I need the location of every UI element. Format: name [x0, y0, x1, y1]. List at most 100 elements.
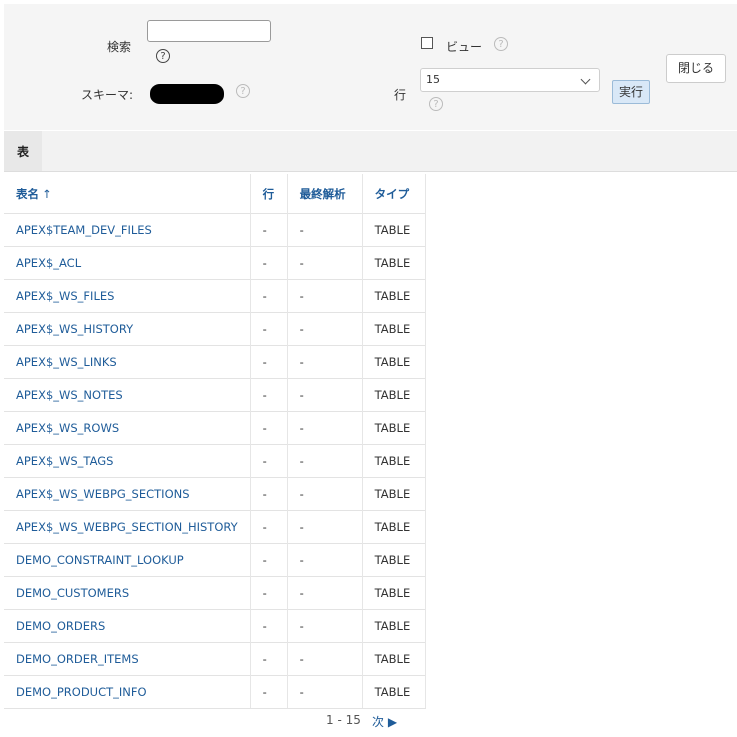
table-row: APEX$_WS_LINKS - - TABLE [4, 345, 426, 379]
table-row: DEMO_CONSTRAINT_LOOKUP - - TABLE [4, 543, 426, 577]
column-header-rows[interactable]: 行 [250, 174, 288, 214]
last-analyzed-cell: - [287, 543, 363, 577]
table-name-link[interactable]: APEX$_WS_FILES [4, 279, 251, 313]
type-cell: TABLE [362, 642, 426, 676]
sort-ascending-icon[interactable]: ↑ [42, 187, 52, 201]
column-header-last-analyzed[interactable]: 最終解析 [287, 174, 363, 214]
table-row: APEX$_WS_TAGS - - TABLE [4, 444, 426, 478]
search-toolbar [4, 4, 737, 130]
type-cell: TABLE [362, 576, 426, 610]
row-count-cell: - [250, 444, 288, 478]
table-name-link[interactable]: DEMO_ORDER_ITEMS [4, 642, 251, 676]
table-name-link[interactable]: DEMO_PRODUCT_INFO [4, 675, 251, 709]
chevron-down-icon [580, 74, 591, 85]
last-analyzed-cell: - [287, 246, 363, 280]
table-row: APEX$_WS_WEBPG_SECTIONS - - TABLE [4, 477, 426, 511]
table-row: DEMO_CUSTOMERS - - TABLE [4, 576, 426, 610]
table-row: DEMO_ORDERS - - TABLE [4, 609, 426, 643]
last-analyzed-cell: - [287, 444, 363, 478]
column-header-name[interactable]: 表名 ↑ [4, 174, 251, 214]
table-row: APEX$_ACL - - TABLE [4, 246, 426, 280]
table-row: APEX$TEAM_DEV_FILES - - TABLE [4, 213, 426, 247]
tab-tables[interactable]: 表 [4, 131, 42, 171]
type-cell: TABLE [362, 510, 426, 544]
table-name-link[interactable]: APEX$_WS_WEBPG_SECTIONS [4, 477, 251, 511]
table-row: DEMO_ORDER_ITEMS - - TABLE [4, 642, 426, 676]
rows-help-icon[interactable]: ? [429, 97, 443, 111]
table-name-link[interactable]: DEMO_CONSTRAINT_LOOKUP [4, 543, 251, 577]
pagination-next-link[interactable]: 次 ▶ [372, 713, 397, 730]
type-cell: TABLE [362, 378, 426, 412]
table-name-link[interactable]: APEX$_WS_WEBPG_SECTION_HISTORY [4, 510, 251, 544]
row-count-cell: - [250, 279, 288, 313]
table-row: APEX$_WS_WEBPG_SECTION_HISTORY - - TABLE [4, 510, 426, 544]
table-header-row: 表名 ↑ 行 最終解析 タイプ [4, 174, 426, 214]
column-header-name-label: 表名 [16, 186, 39, 201]
search-help-icon[interactable]: ? [156, 49, 170, 63]
last-analyzed-cell: - [287, 411, 363, 445]
row-count-cell: - [250, 477, 288, 511]
last-analyzed-cell: - [287, 477, 363, 511]
table-name-link[interactable]: APEX$_ACL [4, 246, 251, 280]
table-row: APEX$_WS_FILES - - TABLE [4, 279, 426, 313]
table-name-link[interactable]: DEMO_CUSTOMERS [4, 576, 251, 610]
type-cell: TABLE [362, 213, 426, 247]
row-count-cell: - [250, 345, 288, 379]
row-count-cell: - [250, 543, 288, 577]
type-cell: TABLE [362, 312, 426, 346]
type-cell: TABLE [362, 543, 426, 577]
row-count-cell: - [250, 378, 288, 412]
table-name-link[interactable]: APEX$_WS_HISTORY [4, 312, 251, 346]
schema-value-redacted[interactable] [150, 84, 224, 104]
run-button[interactable]: 実行 [612, 80, 650, 104]
table-name-link[interactable]: APEX$_WS_TAGS [4, 444, 251, 478]
tab-divider [4, 171, 737, 172]
table-row: DEMO_PRODUCT_INFO - - TABLE [4, 675, 426, 709]
last-analyzed-cell: - [287, 609, 363, 643]
row-count-cell: - [250, 312, 288, 346]
rows-select-value: 15 [426, 73, 440, 86]
view-checkbox[interactable] [421, 37, 433, 49]
table-name-link[interactable]: APEX$_WS_ROWS [4, 411, 251, 445]
table-name-link[interactable]: APEX$TEAM_DEV_FILES [4, 213, 251, 247]
type-cell: TABLE [362, 609, 426, 643]
table-row: APEX$_WS_NOTES - - TABLE [4, 378, 426, 412]
last-analyzed-cell: - [287, 279, 363, 313]
tab-bar: 表 [4, 131, 737, 171]
row-count-cell: - [250, 411, 288, 445]
search-label: 検索 [107, 40, 132, 54]
last-analyzed-cell: - [287, 345, 363, 379]
type-cell: TABLE [362, 345, 426, 379]
schema-help-icon[interactable]: ? [236, 84, 250, 98]
last-analyzed-cell: - [287, 213, 363, 247]
search-input[interactable] [147, 20, 271, 42]
last-analyzed-cell: - [287, 510, 363, 544]
next-arrow-icon: ▶ [387, 715, 398, 729]
column-header-type[interactable]: タイプ [362, 174, 426, 214]
type-cell: TABLE [362, 246, 426, 280]
type-cell: TABLE [362, 411, 426, 445]
row-count-cell: - [250, 213, 288, 247]
tables-table: 表名 ↑ 行 最終解析 タイプ APEX$TEAM_DEV_FILES - - TABL… [4, 174, 426, 709]
type-cell: TABLE [362, 279, 426, 313]
row-count-cell: - [250, 675, 288, 709]
row-count-cell: - [250, 510, 288, 544]
table-name-link[interactable]: DEMO_ORDERS [4, 609, 251, 643]
close-button[interactable]: 閉じる [666, 54, 726, 83]
rows-label: 行 [394, 88, 407, 102]
last-analyzed-cell: - [287, 675, 363, 709]
type-cell: TABLE [362, 675, 426, 709]
pagination-next-label: 次 [372, 715, 385, 729]
table-name-link[interactable]: APEX$_WS_NOTES [4, 378, 251, 412]
row-count-cell: - [250, 609, 288, 643]
rows-select[interactable]: 15 [420, 68, 600, 92]
pagination-range: 1 - 15 [326, 713, 361, 727]
last-analyzed-cell: - [287, 378, 363, 412]
table-name-link[interactable]: APEX$_WS_LINKS [4, 345, 251, 379]
schema-label: スキーマ: [81, 88, 134, 102]
table-row: APEX$_WS_HISTORY - - TABLE [4, 312, 426, 346]
last-analyzed-cell: - [287, 312, 363, 346]
last-analyzed-cell: - [287, 576, 363, 610]
view-help-icon[interactable]: ? [494, 37, 508, 51]
row-count-cell: - [250, 642, 288, 676]
